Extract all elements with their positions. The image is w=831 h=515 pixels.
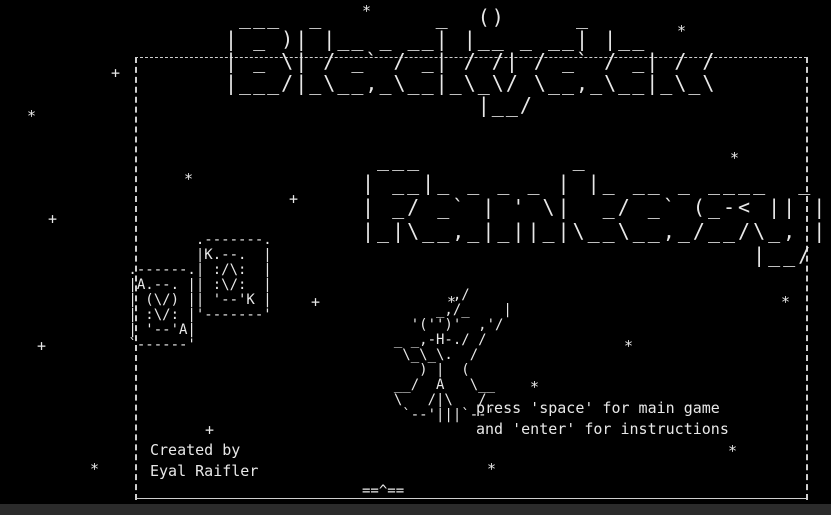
frame-border-right: [806, 57, 809, 500]
star-glyph: +: [205, 421, 215, 439]
prompt-line-space: press 'space' for main game: [476, 399, 720, 417]
title-fantasy-ascii: ___ _ | __|_ _ _ _ | |_ __ _ ____ _ | _/…: [362, 147, 829, 267]
star-glyph: +: [289, 190, 299, 208]
frame-border-bottom: [135, 498, 807, 500]
star-glyph: *: [90, 460, 100, 478]
star-glyph: *: [184, 170, 194, 188]
star-glyph: *: [728, 442, 738, 460]
star-glyph: +: [48, 210, 58, 228]
credits-text: Created by Eyal Raifler: [150, 440, 258, 482]
star-glyph: *: [781, 293, 791, 311]
terminal-status-bar: [0, 504, 831, 515]
star-glyph: *: [487, 460, 497, 478]
credit-line-created: Created by: [150, 441, 241, 459]
star-glyph: *: [530, 378, 540, 396]
start-instructions-text: press 'space' for main game and 'enter' …: [476, 398, 729, 440]
star-glyph: *: [27, 107, 37, 125]
terminal-screen: * * + * * * + + + * * + * * + * * * ___ …: [0, 0, 831, 504]
prompt-line-enter: and 'enter' for instructions: [476, 420, 729, 438]
playing-cards-ascii: .-------. |K.--. | .------.| :/\: | |A.-…: [128, 232, 272, 353]
title-blackjack-ascii: ___ _ _ () _ | _ )| |__ _ __| |__ _ __| …: [225, 5, 717, 117]
star-glyph: *: [624, 337, 634, 355]
star-glyph: +: [111, 64, 121, 82]
star-glyph: +: [37, 337, 47, 355]
frame-bottom-mark: ==^==: [362, 483, 405, 499]
credit-line-author: Eyal Raifler: [150, 462, 259, 480]
